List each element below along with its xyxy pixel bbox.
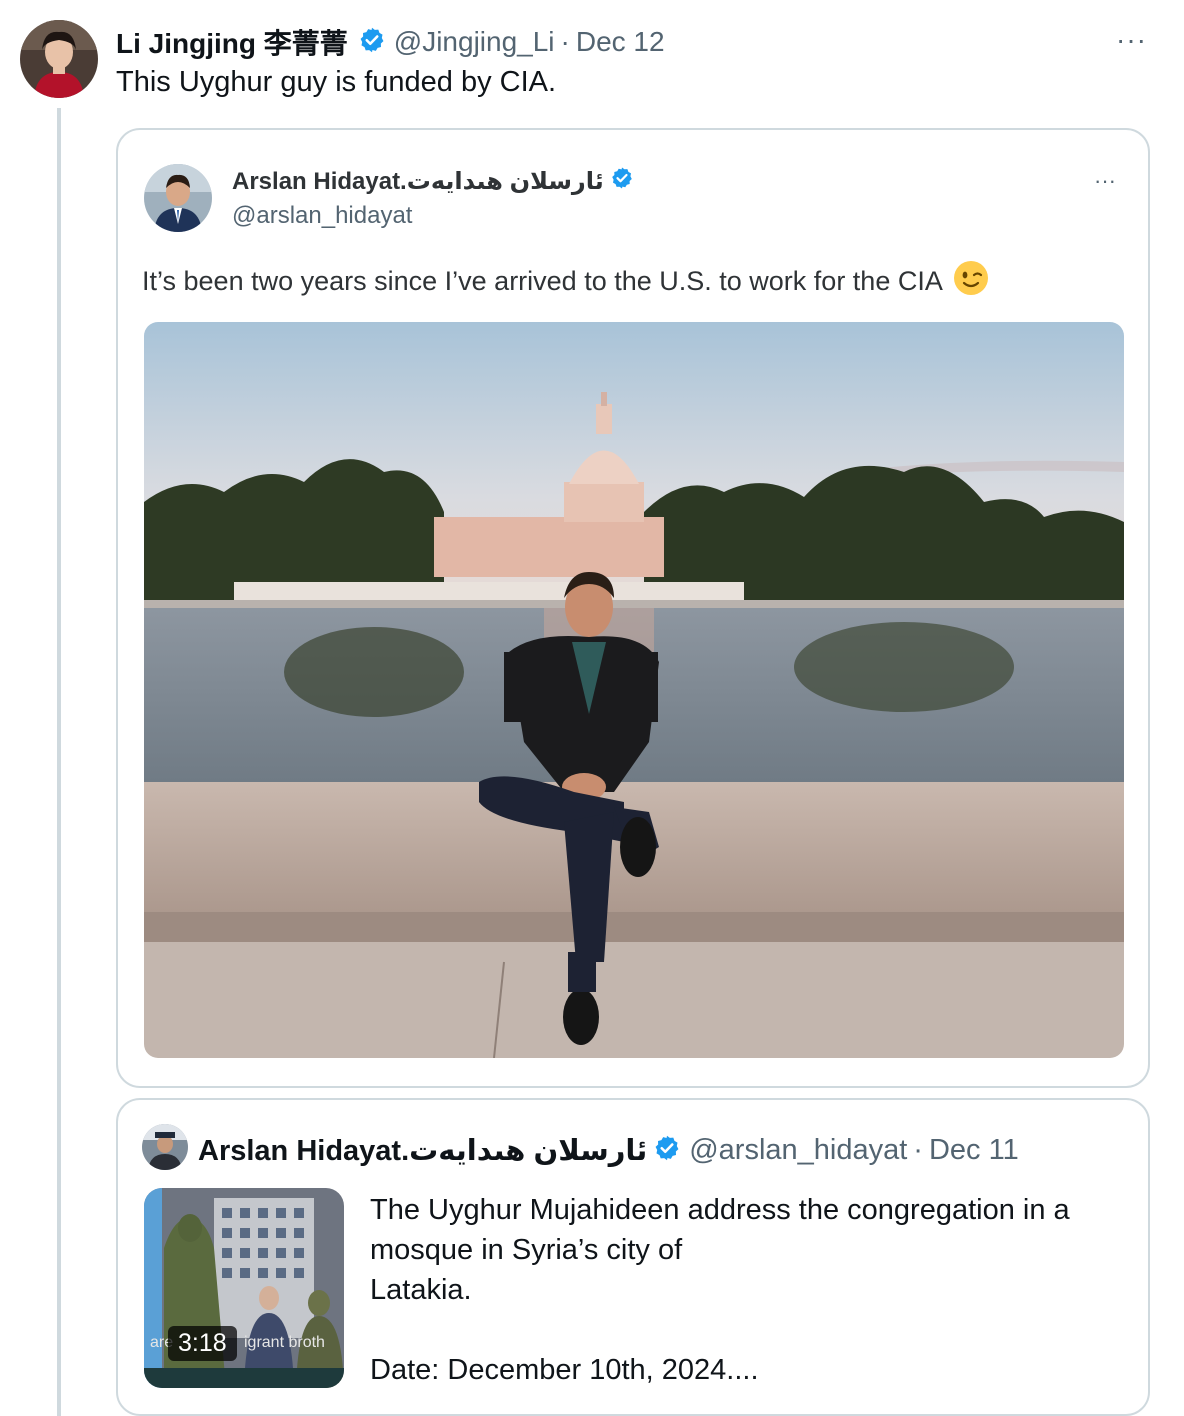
video-duration-badge: 3:18 [168,1326,237,1361]
quoted-text: It’s been two years since I’ve arrived t… [142,260,989,303]
quoted-screenshot-card[interactable]: Arslan Hidayat.ئارسلان ھىدايەت @arslan_h… [116,128,1150,1088]
quoted-text-content: It’s been two years since I’ve arrived t… [142,266,943,296]
quoted-tweet-text-line: The Uyghur Mujahideen address the congre… [370,1194,1070,1226]
verified-badge-icon[interactable] [653,1134,681,1167]
quoted-tweet-date[interactable]: Dec 11 [929,1134,1019,1167]
quoted-more-icon: ··· [1094,168,1116,193]
separator-dot: · [560,26,570,57]
quoted-tweet-text-line: Latakia. [370,1274,472,1306]
author-name[interactable]: Li Jingjing 李菁菁 [116,22,348,62]
capitol-photo[interactable] [144,322,1124,1058]
quoted-tweet-text-line [370,1310,1130,1350]
separator-dot: · [913,1133,923,1166]
more-options-icon[interactable]: ··· [1116,24,1147,56]
verified-badge-icon [610,166,634,197]
winking-face-icon [953,260,989,303]
quoted-tweet-author-name[interactable]: Arslan Hidayat.ئارسلان ھىدايەت [198,1133,647,1168]
verified-badge-icon[interactable] [358,26,386,59]
quoted-tweet-card[interactable]: Arslan Hidayat.ئارسلان ھىدايەت @arslan_h… [116,1098,1150,1416]
quoted-tweet-text-line: Date: December 10th, 2024.... [370,1354,759,1386]
tweet-date[interactable]: Dec 12 [576,26,665,58]
quoted-tweet-text: The Uyghur Mujahideen address the congre… [370,1190,1130,1390]
quoted-author-handle: @arslan_hidayat [232,202,413,229]
tweet-header: Li Jingjing 李菁菁 @Jingjing_Li · Dec 12 [116,22,665,62]
tweet-text: This Uyghur guy is funded by CIA. [116,66,557,98]
author-handle[interactable]: @Jingjing_Li [394,26,555,58]
quoted-tweet-text-line: mosque in Syria’s city of [370,1234,683,1266]
video-caption-right: igrant broth [244,1334,325,1351]
quoted-tweet-avatar [142,1124,188,1170]
quoted-tweet-header: Arslan Hidayat.ئارسلان ھىدايەت @arslan_h… [198,1130,1019,1170]
quoted-author-name: Arslan Hidayat.ئارسلان ھىدايەت [232,166,642,197]
quoted-tweet-handle[interactable]: @arslan_hidayat [689,1134,907,1167]
author-avatar[interactable] [20,20,98,98]
quoted-author-name-text: Arslan Hidayat.ئارسلان ھىدايەت [232,168,604,195]
thread-line [57,108,61,1416]
quoted-author-avatar [144,164,212,232]
